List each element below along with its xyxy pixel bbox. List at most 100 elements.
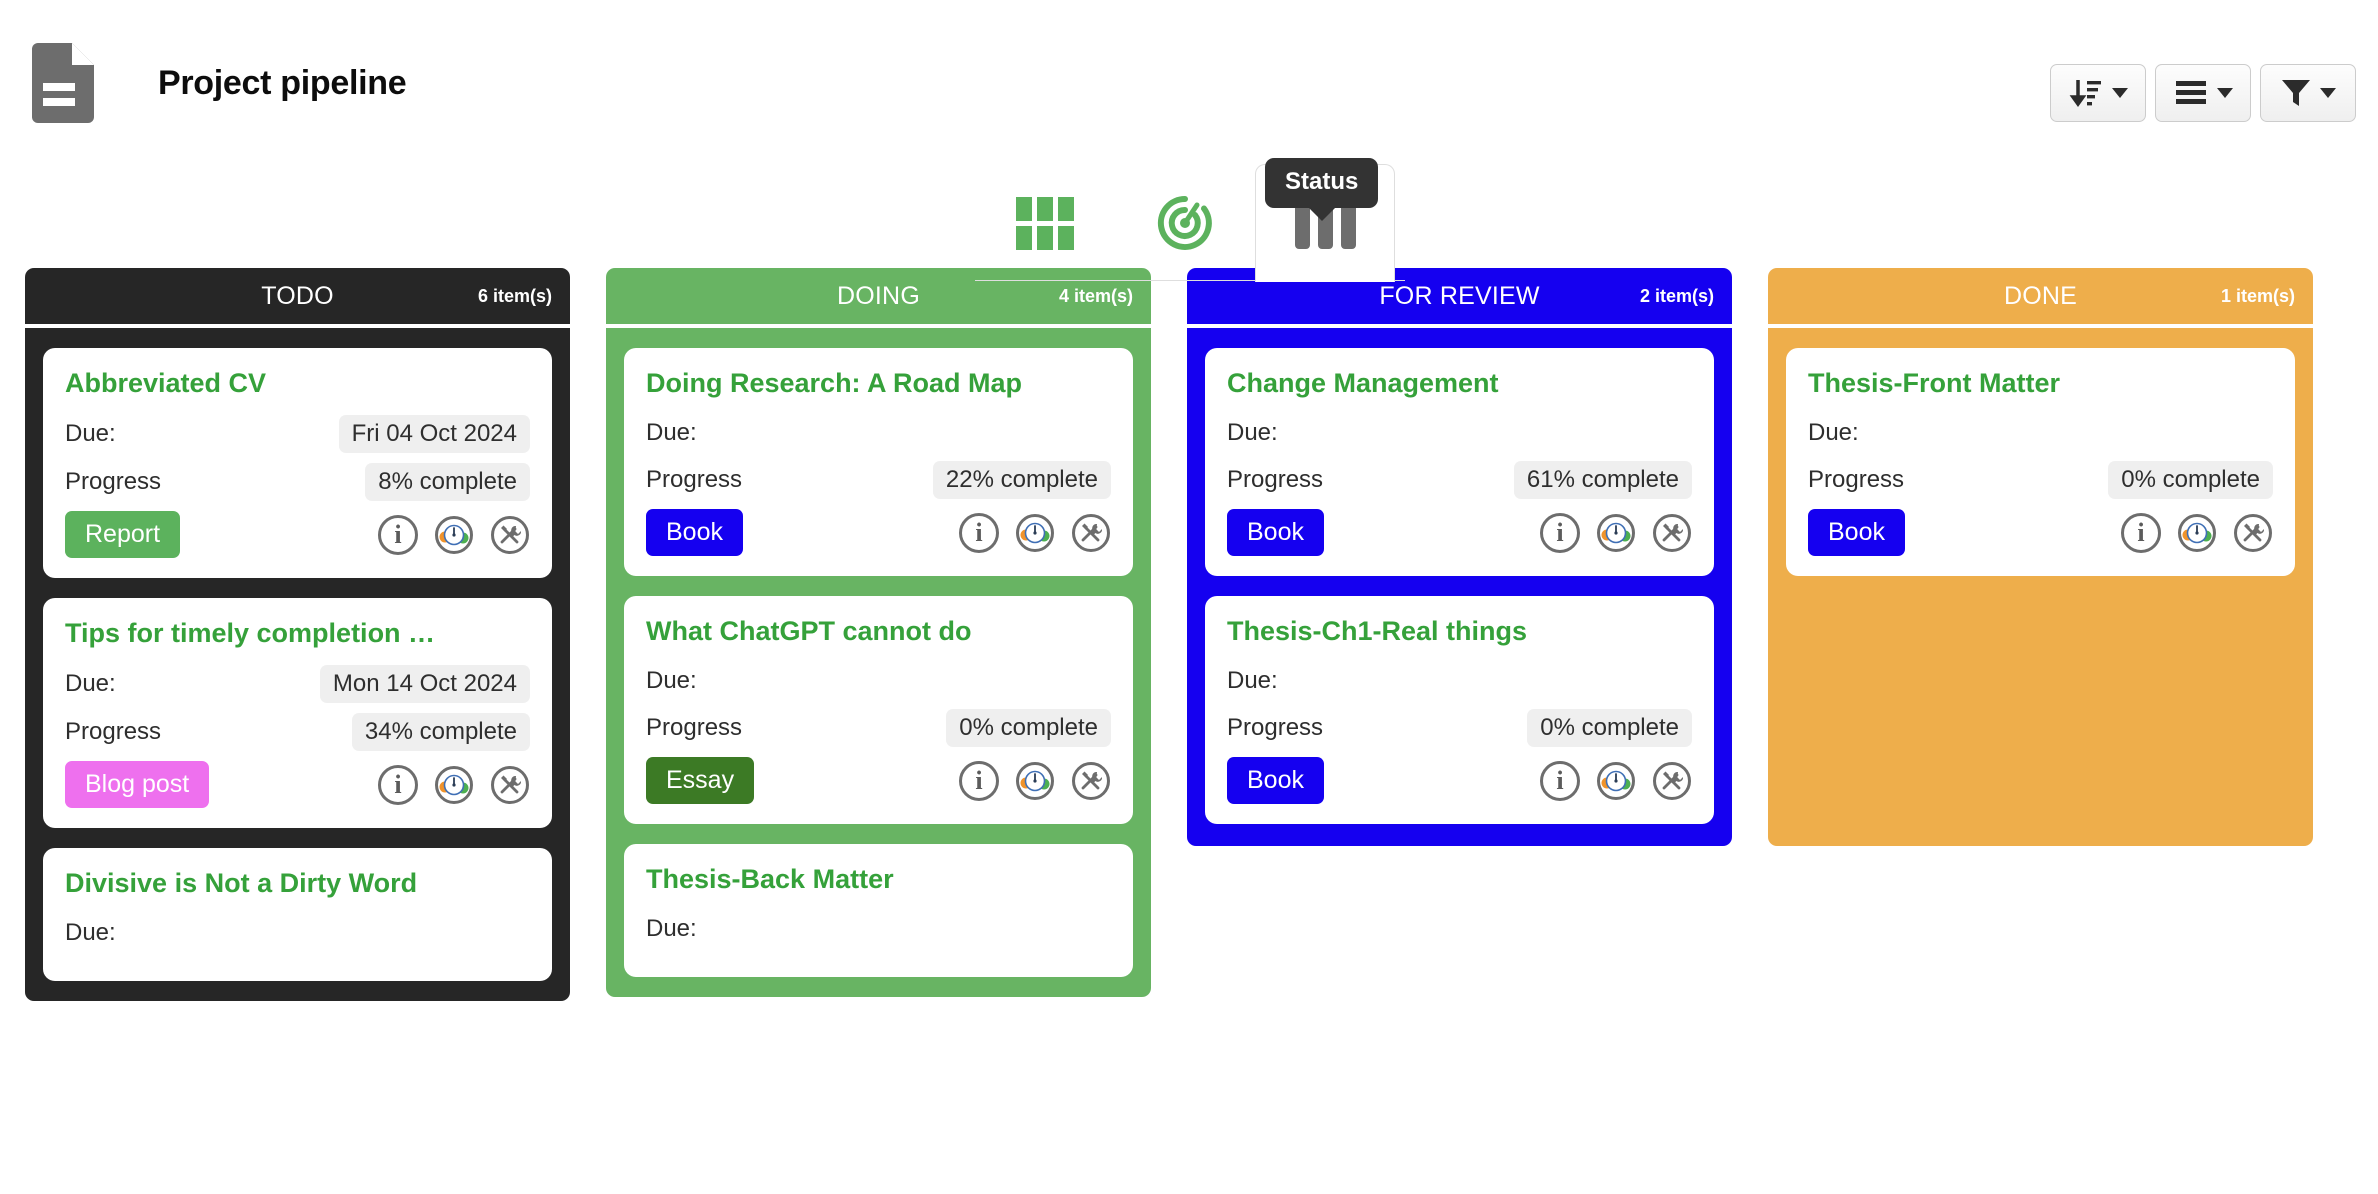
card-due-row: Due: [646, 663, 1111, 699]
progress-label: Progress [65, 718, 162, 745]
view-switcher: Status [0, 136, 2378, 282]
card-action-icons: i [378, 764, 530, 805]
info-icon[interactable]: i [378, 514, 418, 555]
card-progress-row: Progress 22% complete [646, 461, 1111, 499]
progress-value: 8% complete [365, 463, 530, 501]
column-title: FOR REVIEW [1379, 281, 1540, 310]
filter-dropdown[interactable] [2260, 64, 2356, 122]
info-icon[interactable]: i [1540, 760, 1580, 801]
group-dropdown[interactable] [2155, 64, 2251, 122]
tools-settings-icon[interactable] [1652, 512, 1692, 553]
gauge-progress-icon[interactable] [1015, 512, 1055, 553]
due-value: Fri 04 Oct 2024 [338, 415, 530, 453]
progress-label: Progress [65, 468, 162, 495]
progress-label: Progress [1808, 466, 1905, 493]
task-card[interactable]: Divisive is Not a Dirty Word Due: [43, 848, 552, 981]
card-footer: Book i [1227, 757, 1692, 804]
card-action-icons: i [1540, 760, 1692, 801]
card-progress-row: Progress 0% complete [1808, 461, 2273, 499]
card-footer: Essay i [646, 757, 1111, 804]
card-type-button[interactable]: Blog post [65, 761, 210, 808]
due-label: Due: [65, 919, 116, 946]
card-due-row: Due: Mon 14 Oct 2024 [65, 665, 530, 703]
column-card-list: Doing Research: A Road Map Due: Progress 22… [606, 328, 1151, 997]
info-icon[interactable]: i [378, 764, 418, 805]
card-footer: Book i [1808, 509, 2273, 556]
card-type-button[interactable]: Book [1227, 757, 1324, 804]
card-type-button[interactable]: Book [1808, 509, 1905, 556]
gauge-progress-icon[interactable] [434, 764, 474, 805]
info-glyph: i [975, 517, 983, 547]
info-icon[interactable]: i [959, 512, 999, 553]
task-card[interactable]: Thesis-Back Matter Due: [624, 844, 1133, 977]
status-tooltip: Status [1265, 158, 1379, 208]
task-card[interactable]: Thesis-Front Matter Due: Progress 0% comple… [1786, 348, 2295, 576]
column-card-list: Change Management Due: Progress 61% complet… [1187, 328, 1732, 846]
card-title: What ChatGPT cannot do [646, 616, 972, 646]
card-title: Thesis-Back Matter [646, 864, 894, 894]
card-footer: Blog post i [65, 761, 530, 808]
column-title: DONE [2003, 281, 2078, 310]
column-card-list: Abbreviated CV Due: Fri 04 Oct 2024 Progres… [25, 328, 570, 1001]
info-icon[interactable]: i [2121, 512, 2161, 553]
task-card[interactable]: Change Management Due: Progress 61% complet… [1205, 348, 1714, 576]
card-footer: Book i [646, 509, 1111, 556]
sort-descending-icon [2069, 80, 2101, 108]
info-icon[interactable]: i [959, 760, 999, 801]
card-progress-row: Progress 61% complete [1227, 461, 1692, 499]
kanban-column: FOR REVIEW 2 item(s) Change Management Due:… [1187, 268, 1732, 846]
tools-settings-icon[interactable] [490, 764, 530, 805]
info-glyph: i [975, 765, 983, 795]
card-due-row: Due: [1808, 415, 2273, 451]
card-action-icons: i [1540, 512, 1692, 553]
list-lines-icon [2175, 81, 2206, 104]
gauge-progress-icon[interactable] [434, 514, 474, 555]
tools-settings-icon[interactable] [1652, 760, 1692, 801]
task-card[interactable]: Thesis-Ch1-Real things Due: Progress 0% com… [1205, 596, 1714, 824]
column-title: DOING [837, 281, 920, 310]
task-card[interactable]: Doing Research: A Road Map Due: Progress 22… [624, 348, 1133, 576]
tab-radar[interactable] [1115, 164, 1255, 282]
tools-settings-icon[interactable] [490, 514, 530, 555]
column-title: TODO [261, 281, 334, 310]
card-type-button[interactable]: Book [646, 509, 743, 556]
sort-dropdown[interactable] [2050, 64, 2146, 122]
tools-settings-icon[interactable] [2233, 512, 2273, 553]
task-card[interactable]: Tips for timely completion … Due: Mon 14 O… [43, 598, 552, 828]
tools-settings-icon[interactable] [1071, 760, 1111, 801]
card-progress-row: Progress 34% complete [65, 713, 530, 751]
card-title: Divisive is Not a Dirty Word [65, 868, 418, 898]
due-label: Due: [1227, 419, 1278, 446]
info-glyph: i [1556, 517, 1564, 547]
task-card[interactable]: What ChatGPT cannot do Due: Progress 0% com… [624, 596, 1133, 824]
card-type-button[interactable]: Report [65, 511, 181, 558]
due-value: Mon 14 Oct 2024 [319, 665, 530, 703]
gauge-progress-icon[interactable] [1596, 760, 1636, 801]
card-type-button[interactable]: Book [1227, 509, 1324, 556]
task-card[interactable]: Abbreviated CV Due: Fri 04 Oct 2024 Progres… [43, 348, 552, 578]
column-item-count: 1 item(s) [2220, 285, 2295, 306]
due-label: Due: [646, 419, 697, 446]
card-type-button[interactable]: Essay [646, 757, 755, 804]
card-footer: Book i [1227, 509, 1692, 556]
gauge-progress-icon[interactable] [2177, 512, 2217, 553]
page-title: Project pipeline [158, 63, 407, 102]
gauge-progress-icon[interactable] [1596, 512, 1636, 553]
info-glyph: i [2137, 517, 2145, 547]
chevron-down-icon [2111, 88, 2128, 98]
progress-label: Progress [1227, 714, 1324, 741]
info-icon[interactable]: i [1540, 512, 1580, 553]
card-due-row: Due: [65, 915, 530, 951]
tools-settings-icon[interactable] [1071, 512, 1111, 553]
due-label: Due: [1808, 419, 1859, 446]
kanban-column: DOING 4 item(s) Doing Research: A Road Map… [606, 268, 1151, 997]
header-toolbar [2050, 64, 2356, 122]
gauge-progress-icon[interactable] [1015, 760, 1055, 801]
column-item-count: 4 item(s) [1058, 285, 1133, 306]
card-title: Doing Research: A Road Map [646, 368, 1023, 398]
tab-grid[interactable] [975, 164, 1115, 282]
document-icon [32, 43, 94, 123]
card-due-row: Due: Fri 04 Oct 2024 [65, 415, 530, 453]
card-due-row: Due: [646, 415, 1111, 451]
progress-label: Progress [646, 466, 743, 493]
